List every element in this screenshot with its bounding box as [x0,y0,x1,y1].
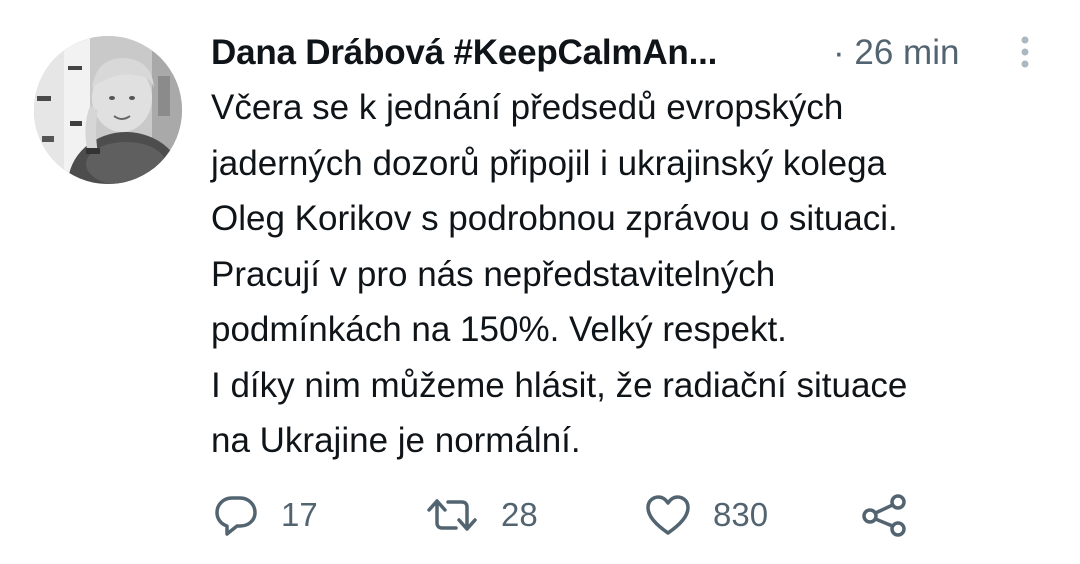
avatar[interactable] [34,36,182,184]
tweet-text-line: I díky nim můžeme hlásit, že radiační si… [211,365,908,405]
reply-count: 17 [281,496,318,533]
timestamp[interactable]: · 26 min [833,28,959,78]
action-bar: 17 28 830 [0,490,1080,540]
reply-button[interactable]: 17 [213,490,318,540]
like-count: 830 [713,496,769,533]
tweet-text-line: na Ukrajine je normální. [211,421,581,460]
tweet-text: Včera se k jednání předsedů evropských j… [211,80,1051,469]
tweet-text-line: Pracují v pro nás nepředstavitelných [211,254,776,294]
author-name[interactable]: Dana Drábová #KeepCalmAn... [211,33,717,73]
share-button[interactable] [860,490,910,540]
tweet-text-line: jaderných dozorů připojil i ukrajinský k… [211,143,887,183]
reply-icon [215,496,257,536]
retweet-icon [427,499,477,531]
like-button[interactable]: 830 [645,490,768,540]
tweet-text-line: Oleg Korikov s podrobnou zprávou o situa… [211,199,898,238]
retweet-button[interactable]: 28 [425,490,538,540]
retweet-count: 28 [501,496,538,533]
heart-icon [646,495,690,535]
share-icon [862,494,906,537]
tweet-text-line: Včera se k jednání předsedů evropských [211,88,844,127]
tweet-text-line: podmínkách na 150%. Velký respekt. [211,310,787,349]
more-options-icon[interactable] [1017,32,1033,72]
tweet-header: Dana Drábová #KeepCalmAn... · 26 min [211,28,1051,78]
